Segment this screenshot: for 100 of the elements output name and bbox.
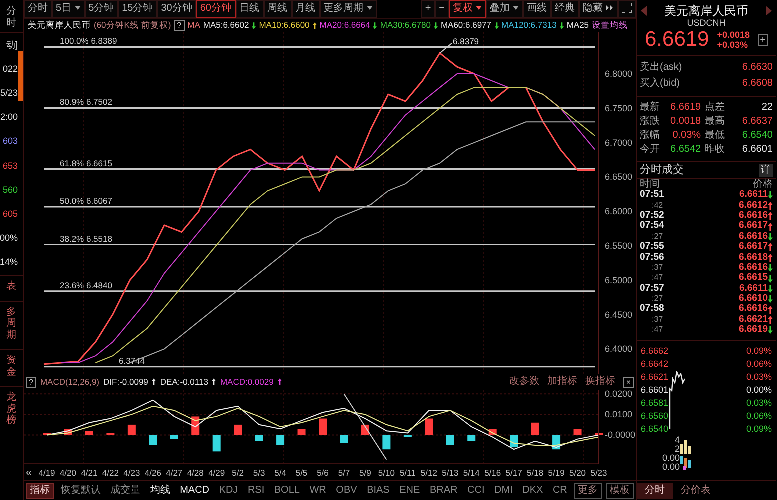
indicator-tab[interactable]: 指标: [26, 482, 54, 498]
indicator-tab[interactable]: CR: [550, 484, 570, 498]
fibonacci-label: 6.3744: [119, 356, 145, 366]
fullscreen-button[interactable]: [618, 0, 636, 18]
period-tab[interactable]: 更多周期: [320, 0, 376, 18]
toolbar-button[interactable]: 复权: [449, 0, 486, 18]
indicator-tab[interactable]: OBV: [333, 484, 360, 498]
indicator-tab[interactable]: ENE: [396, 484, 424, 498]
add-button[interactable]: +: [758, 34, 768, 46]
detail-button[interactable]: 详: [759, 164, 773, 177]
period-tab[interactable]: 15分钟: [118, 0, 158, 18]
indicator-tab[interactable]: DMI: [492, 484, 516, 498]
fibonacci-label: 100.0% 6.8389: [60, 36, 118, 46]
indicator-tab[interactable]: BRAR: [426, 484, 461, 498]
date-label: 5/11: [400, 468, 416, 478]
stat-value: 6.6637: [741, 116, 773, 128]
date-label: 4/20: [60, 468, 76, 478]
date-label: 4/26: [144, 468, 162, 478]
indicator-tab[interactable]: 模板: [606, 482, 634, 498]
indicator-tab[interactable]: KDJ: [216, 484, 242, 498]
indicator-tab[interactable]: DKX: [520, 484, 546, 498]
period-tab[interactable]: 60分钟: [196, 0, 236, 18]
vertical-tab[interactable]: 分时: [6, 0, 16, 32]
indicator-tab[interactable]: RSI: [244, 484, 268, 498]
toolbar-button[interactable]: 画线: [523, 0, 551, 18]
trade-time: 07:57: [640, 284, 664, 294]
panel-tab[interactable]: 分价表: [673, 482, 719, 498]
macd-bar: [510, 435, 518, 448]
help-button[interactable]: ?: [174, 20, 185, 31]
scroll-left-button[interactable]: «: [26, 467, 32, 479]
toolbar-button[interactable]: +: [421, 0, 436, 18]
date-label: 5/16: [484, 468, 502, 478]
axis-label: 6.4000: [605, 344, 633, 354]
indicator-tab[interactable]: 更多: [574, 482, 602, 498]
help-button[interactable]: ?: [26, 376, 36, 388]
indicator-action-link[interactable]: 加指标: [547, 376, 578, 388]
percent-change: +0.03%: [717, 40, 750, 50]
period-tab[interactable]: 日线: [236, 0, 264, 18]
period-tab[interactable]: 分时: [24, 0, 52, 18]
axis-label: 6.4500: [605, 310, 633, 320]
price-scale-label: 6.6560: [641, 410, 669, 423]
macd-bar: [382, 435, 391, 450]
vertical-tab[interactable]: 资金: [6, 355, 16, 378]
price-change: +0.0018: [717, 30, 750, 40]
macd-bar: [574, 429, 582, 436]
macd-bar: [595, 433, 603, 436]
stat-label: 最新: [640, 102, 661, 114]
stat-value: 6.6601: [741, 144, 773, 156]
period-tab[interactable]: 5分钟: [84, 0, 118, 18]
period-tab[interactable]: 5日: [52, 0, 85, 18]
settings-link[interactable]: 设置均线: [592, 20, 628, 31]
indicator-action-link[interactable]: 改参数: [509, 376, 540, 388]
vertical-tab[interactable]: 龙虎榜: [6, 392, 16, 426]
vertical-tab[interactable]: 多周期: [6, 306, 16, 341]
macd-bar: [276, 435, 285, 446]
scrollbar-thumb[interactable]: [18, 51, 23, 101]
macd-bar: [85, 431, 94, 436]
period-tab[interactable]: 30分钟: [157, 0, 196, 18]
indicator-tab[interactable]: 均线: [147, 484, 174, 498]
moving-average-value: MA5:6.6602: [203, 20, 250, 31]
axis-label: 0.0200: [605, 390, 633, 400]
macd-bar: [234, 424, 242, 436]
indicator-tab[interactable]: 成交量: [108, 484, 144, 498]
percent-scale-label: 0.09%: [746, 422, 772, 436]
trade-time: :37: [651, 314, 664, 326]
panel-tab[interactable]: 分时: [637, 482, 673, 498]
indicator-tab[interactable]: MACD: [177, 484, 213, 498]
toolbar-button[interactable]: 叠加: [486, 0, 523, 18]
axis-label: 6.6500: [605, 172, 633, 182]
macd-bar: [170, 435, 178, 440]
close-button[interactable]: ×: [623, 376, 634, 388]
macd-bar: [446, 435, 454, 446]
left-triangle-icon[interactable]: [641, 6, 647, 16]
date-label: 5/7: [338, 468, 350, 478]
date-label: 5/14: [463, 468, 480, 478]
instrument-name: 美元离岸人民币: [664, 4, 748, 18]
trend-line: [344, 394, 388, 460]
toolbar-button[interactable]: −: [435, 0, 449, 18]
stat-value: 0.03%: [672, 130, 702, 142]
date-label: 5/3: [253, 468, 266, 478]
period-tab[interactable]: 月线: [292, 0, 320, 18]
indicator-tab[interactable]: WR: [306, 484, 330, 498]
date-label: 4/29: [208, 468, 226, 478]
period-tab[interactable]: 周线: [264, 0, 292, 18]
trade-price: 6.6611: [739, 284, 768, 294]
toolbar-button[interactable]: 隐藏: [579, 0, 618, 18]
stat-label: 最低: [705, 130, 726, 142]
moving-average-value: MA20:6.6664: [320, 20, 370, 31]
vertical-tab[interactable]: 表: [6, 281, 16, 292]
toolbar-button[interactable]: 经典: [551, 0, 579, 18]
indicator-tab[interactable]: CCI: [464, 484, 488, 498]
panel-value: 605: [2, 209, 18, 220]
indicator-action-link[interactable]: 换指标: [585, 376, 616, 388]
indicator-tab[interactable]: BOLL: [271, 484, 303, 498]
indicator-tab[interactable]: BIAS: [364, 484, 393, 498]
indicator-tab[interactable]: 恢复默认: [58, 484, 104, 498]
last-price: 6.6619: [645, 29, 710, 52]
right-triangle-icon[interactable]: [766, 6, 772, 16]
price-scale-label: 6.6601: [641, 384, 669, 397]
fibonacci-label: 80.9% 6.7502: [60, 97, 112, 108]
